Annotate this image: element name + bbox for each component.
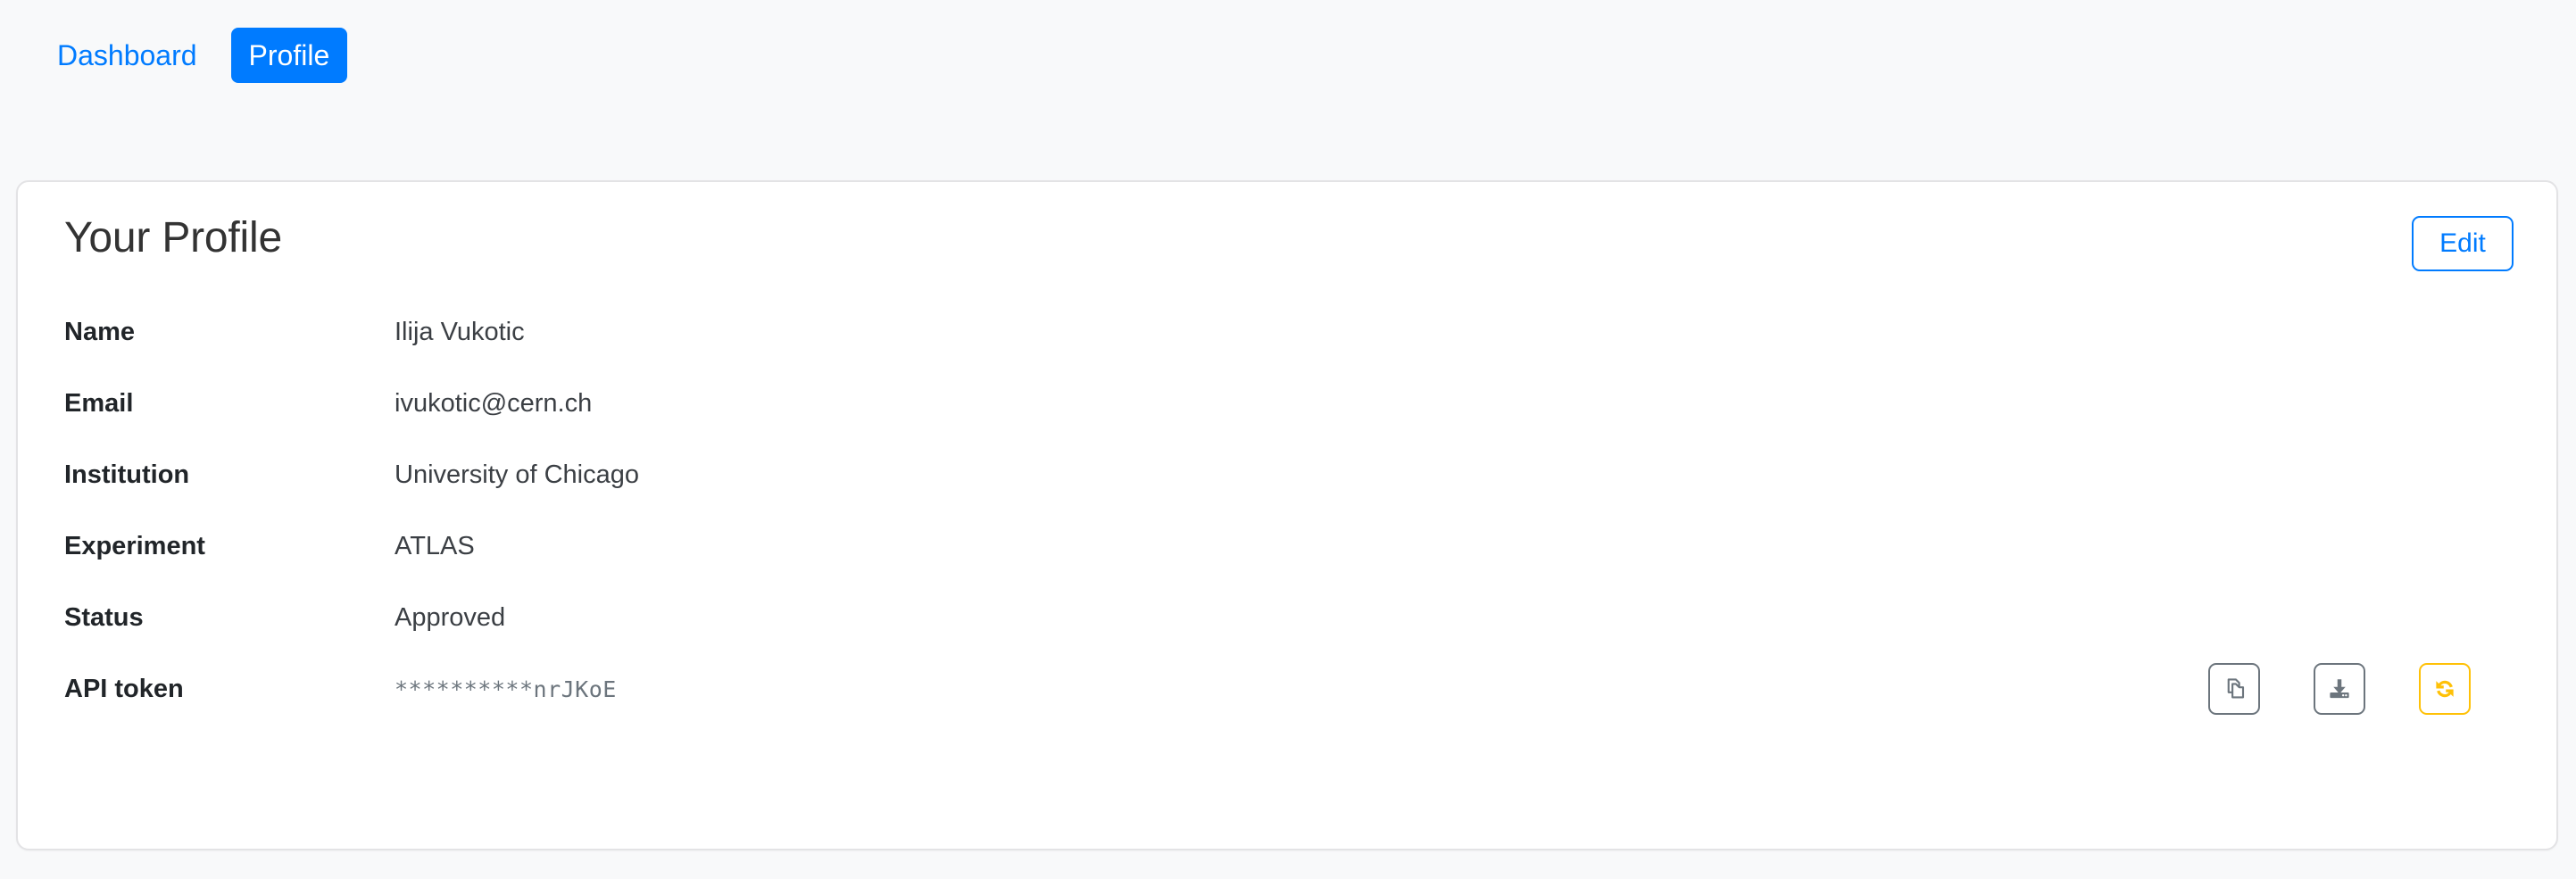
profile-field-api-token: API token **********nrJKoE: [64, 653, 2514, 725]
api-token-actions: [2208, 663, 2471, 716]
field-value: ivukotic@cern.ch: [395, 388, 593, 418]
field-label: Email: [64, 388, 134, 418]
download-icon: [2326, 676, 2353, 702]
field-value: Ilija Vukotic: [395, 317, 525, 346]
field-value: University of Chicago: [395, 460, 639, 489]
profile-field-name: Name Ilija Vukotic: [64, 296, 2514, 368]
nav-link-dashboard[interactable]: Dashboard: [39, 28, 215, 83]
download-token-button[interactable]: [2314, 663, 2365, 716]
status-badge: Approved: [395, 602, 506, 632]
field-label: Institution: [64, 460, 190, 489]
profile-field-status: Status Approved: [64, 582, 2514, 653]
profile-field-email: Email ivukotic@cern.ch: [64, 368, 2514, 439]
regenerate-token-button[interactable]: [2419, 663, 2471, 716]
profile-card-body: Your Profile Edit Name Ilija Vukotic Ema…: [18, 182, 2556, 849]
nav-link-profile[interactable]: Profile: [230, 27, 348, 83]
copy-icon: [2221, 676, 2248, 702]
field-label: API token: [64, 674, 184, 703]
field-value: ATLAS: [395, 531, 475, 560]
field-label: Name: [64, 317, 135, 346]
profile-field-list: Name Ilija Vukotic Email ivukotic@cern.c…: [64, 296, 2514, 725]
field-label: Status: [64, 602, 144, 632]
profile-card: Your Profile Edit Name Ilija Vukotic Ema…: [16, 180, 2558, 850]
edit-button[interactable]: Edit: [2412, 216, 2514, 271]
api-token-value: **********nrJKoE: [395, 676, 617, 702]
top-navigation: Dashboard Profile: [0, 0, 2576, 93]
refresh-icon: [2431, 676, 2458, 702]
profile-field-institution: Institution University of Chicago: [64, 439, 2514, 510]
profile-field-experiment: Experiment ATLAS: [64, 510, 2514, 582]
field-label: Experiment: [64, 531, 205, 560]
page-title: Your Profile: [64, 214, 282, 261]
copy-token-button[interactable]: [2208, 663, 2260, 716]
